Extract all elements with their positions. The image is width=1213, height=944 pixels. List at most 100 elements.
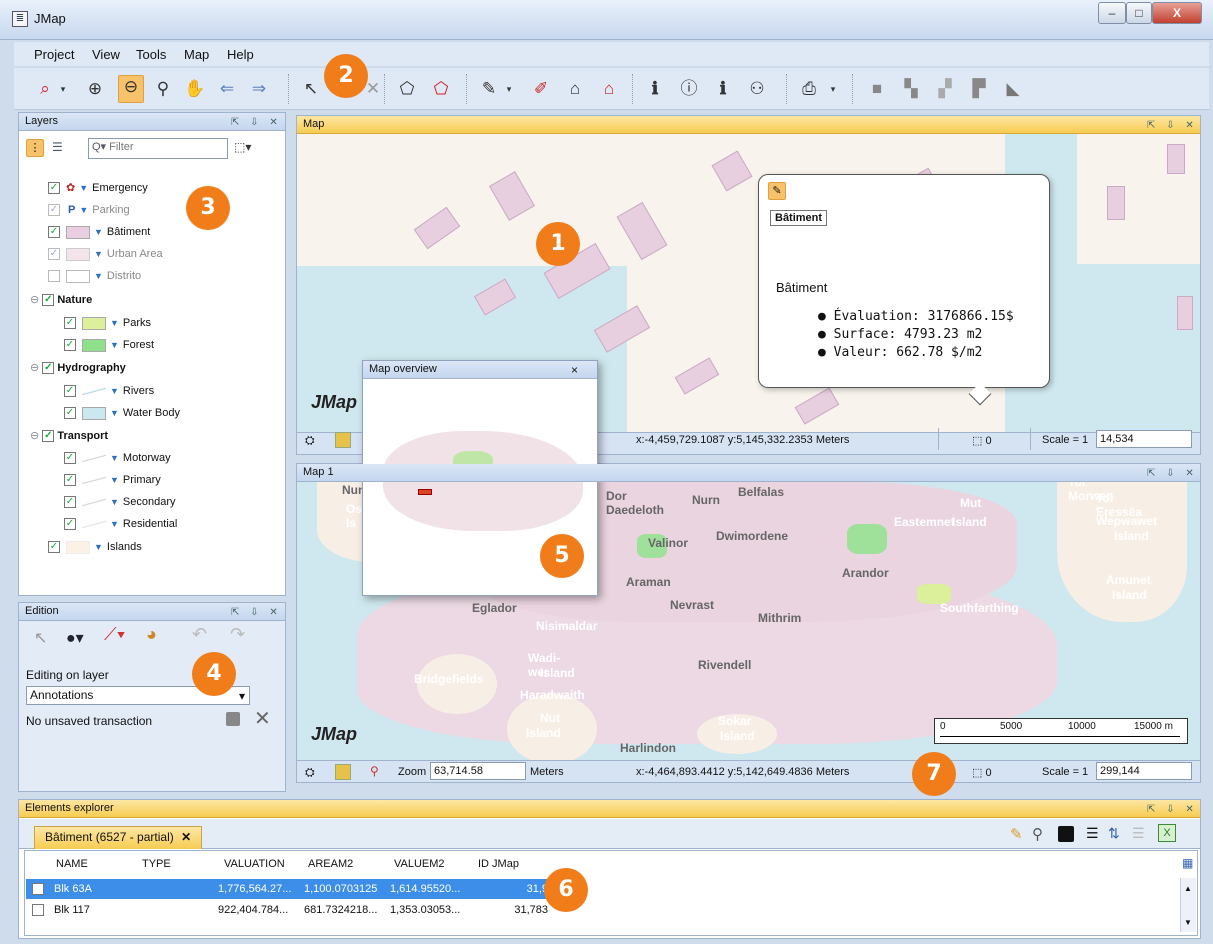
overview-close-icon[interactable]: × bbox=[571, 362, 578, 379]
panel-controls-icon[interactable]: ⇱ ⇩ ✕ bbox=[1147, 465, 1198, 482]
draw-point-icon[interactable]: ●▾ bbox=[66, 628, 84, 648]
menu-tools[interactable]: Tools bbox=[136, 47, 166, 62]
layer-item-emergency[interactable]: ✓ ✿ ▼ Emergency bbox=[48, 180, 148, 202]
undo-icon[interactable]: ↶ bbox=[192, 624, 207, 645]
tree-view-icon[interactable]: ⋮ bbox=[26, 139, 44, 157]
checkbox[interactable]: ✓ bbox=[64, 452, 76, 465]
layer-selection-icon[interactable]: ⬚▾ bbox=[234, 140, 251, 154]
column-header-name[interactable]: NAME bbox=[56, 854, 88, 874]
scale-input[interactable]: 14,534 bbox=[1096, 430, 1192, 448]
menu-view[interactable]: View bbox=[92, 47, 120, 62]
sort-icon[interactable]: ⇅ bbox=[1108, 825, 1120, 842]
checkbox[interactable]: ✓ bbox=[48, 204, 60, 217]
expand-arrow-icon[interactable]: ▼ bbox=[79, 205, 88, 215]
building[interactable] bbox=[616, 201, 668, 261]
checkbox[interactable]: ✓ bbox=[64, 339, 76, 352]
menu-help[interactable]: Help bbox=[227, 47, 254, 62]
expand-arrow-icon[interactable]: ▼ bbox=[110, 318, 119, 328]
info-circle-icon[interactable]: ⓘ bbox=[678, 78, 700, 100]
redo-icon[interactable]: ↷ bbox=[230, 624, 245, 645]
expand-arrow-icon[interactable]: ▼ bbox=[94, 542, 103, 552]
export-excel-icon[interactable]: X bbox=[1158, 824, 1176, 842]
layer-item-forest[interactable]: ✓ ▼ Forest bbox=[64, 337, 154, 359]
checkbox[interactable]: ✓ bbox=[64, 518, 76, 531]
close-button[interactable]: X bbox=[1152, 2, 1202, 24]
column-header-id[interactable]: ID JMap bbox=[478, 854, 519, 874]
checkbox[interactable]: ✓ bbox=[42, 430, 55, 443]
zoom-out-icon[interactable]: ⊖ bbox=[118, 75, 144, 103]
layout-wedge-icon[interactable]: ◣ bbox=[1002, 78, 1024, 100]
list-view-icon[interactable]: ☰ bbox=[52, 140, 63, 154]
expand-arrow-icon[interactable]: ▼ bbox=[79, 183, 88, 193]
expand-arrow-icon[interactable]: ▼ bbox=[94, 249, 103, 259]
checkbox[interactable] bbox=[48, 270, 60, 283]
expand-arrow-icon[interactable]: ▼ bbox=[110, 408, 119, 418]
checkbox[interactable]: ✓ bbox=[42, 362, 55, 375]
collapse-icon[interactable]: ⊖ bbox=[30, 362, 42, 374]
dropdown-arrow-icon[interactable]: ▾ bbox=[822, 78, 844, 100]
expand-arrow-icon[interactable]: ▼ bbox=[110, 497, 119, 507]
minimize-button[interactable]: – bbox=[1098, 2, 1126, 24]
building[interactable] bbox=[1177, 296, 1193, 330]
expand-arrow-icon[interactable]: ▼ bbox=[110, 519, 119, 529]
dropdown-arrow-icon[interactable]: ▾ bbox=[52, 78, 74, 100]
building[interactable] bbox=[674, 357, 720, 395]
building[interactable] bbox=[413, 206, 461, 250]
binoculars-icon[interactable]: ⚇ bbox=[746, 78, 768, 100]
maximize-button[interactable]: □ bbox=[1126, 2, 1152, 24]
column-header-type[interactable]: TYPE bbox=[142, 854, 171, 874]
tab-batiment[interactable]: Bâtiment (6527 - partial) ✕ bbox=[34, 826, 203, 849]
table-settings-icon[interactable]: ▦ bbox=[1182, 856, 1193, 870]
layer-filter-input[interactable]: Q▾ Filter bbox=[88, 138, 228, 159]
print-icon[interactable]: ⎙ bbox=[798, 78, 820, 100]
columns-icon[interactable]: ☰ bbox=[1086, 825, 1099, 842]
building[interactable] bbox=[794, 387, 840, 425]
close-tab-icon[interactable]: ✕ bbox=[181, 830, 191, 844]
expand-arrow-icon[interactable]: ▼ bbox=[110, 340, 119, 350]
checkbox[interactable]: ✓ bbox=[64, 474, 76, 487]
edit-pointer-icon[interactable]: ↖ bbox=[34, 628, 47, 648]
layer-item-batiment[interactable]: ✓ ▼ Bâtiment bbox=[48, 224, 150, 246]
scale-input[interactable]: 299,144 bbox=[1096, 762, 1192, 780]
layout-corner-icon[interactable]: ▞ bbox=[934, 78, 956, 100]
select-pointer-icon[interactable]: ↖ bbox=[300, 78, 322, 100]
checkbox[interactable]: ✓ bbox=[48, 541, 60, 554]
collapse-icon[interactable]: ⊖ bbox=[30, 294, 42, 306]
save-icon[interactable] bbox=[226, 712, 240, 726]
zoom-in-icon[interactable]: ⊕ bbox=[84, 78, 106, 100]
layer-item-parks[interactable]: ✓ ▼ Parks bbox=[64, 315, 151, 337]
zoom-input[interactable]: 63,714.58 bbox=[430, 762, 526, 780]
column-header-valuem2[interactable]: VALUEM2 bbox=[394, 854, 445, 874]
popup-tab[interactable]: Bâtiment bbox=[770, 210, 828, 226]
map-settings-icon[interactable]: ⛭ bbox=[305, 765, 315, 780]
building[interactable] bbox=[711, 150, 753, 192]
layer-item-water-body[interactable]: ✓ ▼ Water Body bbox=[64, 405, 180, 427]
menu-project[interactable]: Project bbox=[34, 47, 74, 62]
layout-full-icon[interactable]: ■ bbox=[866, 78, 888, 100]
layer-item-residential[interactable]: ✓ ▼ Residential bbox=[64, 516, 177, 538]
checkbox[interactable]: ✓ bbox=[64, 385, 76, 398]
column-header-valuation[interactable]: VALUATION bbox=[224, 854, 285, 874]
info-box-icon[interactable]: ℹ bbox=[712, 78, 734, 100]
panel-controls-icon[interactable]: ⇱ ⇩ ✕ bbox=[231, 604, 282, 621]
building[interactable] bbox=[489, 171, 535, 221]
row-checkbox[interactable] bbox=[32, 883, 44, 895]
map-layers-icon[interactable] bbox=[335, 432, 351, 448]
checkbox[interactable]: ✓ bbox=[64, 496, 76, 509]
layer-item-urban-area[interactable]: ✓ ▼ Urban Area bbox=[48, 246, 163, 268]
layer-item-islands[interactable]: ✓ ▼ Islands bbox=[48, 539, 142, 561]
map-lock-icon[interactable]: ⚲ bbox=[370, 764, 379, 778]
back-arrow-icon[interactable]: ⇐ bbox=[216, 78, 238, 100]
checkbox[interactable]: ✓ bbox=[64, 317, 76, 330]
panel-controls-icon[interactable]: ⇱ ⇩ ✕ bbox=[1147, 117, 1198, 134]
collapse-icon[interactable]: ⊖ bbox=[30, 430, 42, 442]
layout-split-icon[interactable]: ▚ bbox=[900, 78, 922, 100]
measure-icon[interactable]: ✎ bbox=[478, 78, 500, 100]
polygon-select-icon[interactable]: ⬠ bbox=[396, 78, 418, 100]
layout-l-icon[interactable]: ▛ bbox=[968, 78, 990, 100]
pan-hand-icon[interactable]: ✋ bbox=[184, 78, 206, 100]
map-settings-icon[interactable]: ⛭ bbox=[305, 433, 315, 448]
checkbox[interactable]: ✓ bbox=[48, 182, 60, 195]
expand-arrow-icon[interactable]: ▼ bbox=[110, 386, 119, 396]
overview-viewport[interactable] bbox=[418, 489, 432, 495]
